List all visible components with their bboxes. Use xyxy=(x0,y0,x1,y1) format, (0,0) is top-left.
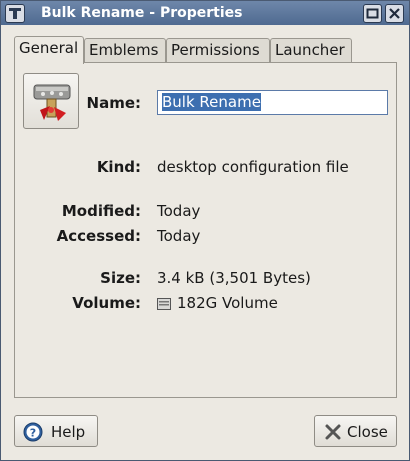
volume-label: Volume: xyxy=(72,294,141,312)
kind-value: desktop configuration file xyxy=(157,158,349,176)
modified-value: Today xyxy=(157,202,201,220)
properties-dialog: Bulk Rename - Properties General Emblems… xyxy=(0,0,410,461)
general-panel: Name: Bulk Rename Kind: desktop configur… xyxy=(14,62,397,398)
name-label: Name: xyxy=(86,94,141,112)
close-label: Close xyxy=(347,423,388,441)
volume-value-row: 182G Volume xyxy=(157,294,278,312)
volume-value: 182G Volume xyxy=(177,294,278,312)
help-button[interactable]: ? Help xyxy=(14,415,98,447)
svg-text:?: ? xyxy=(30,427,36,440)
window-menu-icon xyxy=(9,8,21,19)
title-bar[interactable]: Bulk Rename - Properties xyxy=(1,1,409,25)
maximize-button[interactable] xyxy=(363,4,382,23)
tab-general[interactable]: General xyxy=(14,36,84,64)
help-label: Help xyxy=(51,423,86,441)
tab-emblems[interactable]: Emblems xyxy=(84,38,166,62)
tab-launcher[interactable]: Launcher xyxy=(270,38,352,62)
close-window-button[interactable] xyxy=(385,4,404,23)
change-icon-button[interactable] xyxy=(23,73,79,129)
size-value: 3.4 kB (3,501 Bytes) xyxy=(157,269,311,287)
maximize-icon xyxy=(366,8,379,19)
bulk-rename-stamp-icon xyxy=(33,84,71,121)
modified-label: Modified: xyxy=(61,202,141,220)
close-icon xyxy=(325,424,341,440)
help-icon: ? xyxy=(23,422,43,442)
window-title: Bulk Rename - Properties xyxy=(41,5,243,21)
name-value: Bulk Rename xyxy=(162,93,261,111)
tab-permissions[interactable]: Permissions xyxy=(166,38,270,62)
close-button[interactable]: Close xyxy=(314,415,397,447)
window-menu-button[interactable] xyxy=(5,4,25,23)
close-window-icon xyxy=(389,8,400,19)
accessed-label: Accessed: xyxy=(56,227,141,245)
size-label: Size: xyxy=(100,269,141,287)
accessed-value: Today xyxy=(157,227,201,245)
name-field[interactable]: Bulk Rename xyxy=(157,90,388,115)
kind-label: Kind: xyxy=(96,158,141,176)
hard-disk-icon xyxy=(157,298,171,310)
